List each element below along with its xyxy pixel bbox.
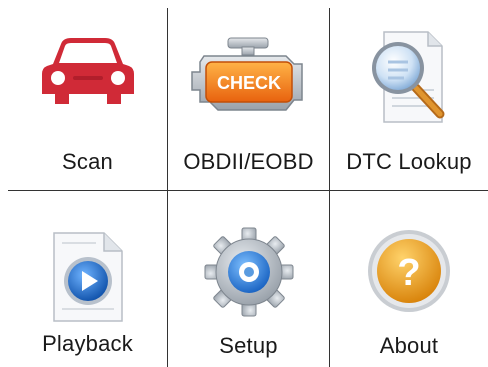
question-icon: ? <box>367 229 451 313</box>
menu-item-dtc-lookup[interactable]: DTC Lookup <box>330 8 488 190</box>
menu-item-scan[interactable]: Scan <box>8 8 167 190</box>
menu-item-playback[interactable]: Playback <box>8 191 167 367</box>
check-engine-icon: CHECK <box>190 36 308 114</box>
menu-item-label-obdii-eobd: OBDII/EOBD <box>183 149 314 174</box>
menu-item-label-dtc-lookup: DTC Lookup <box>346 149 472 174</box>
gear-icon <box>204 227 294 317</box>
menu-item-setup[interactable]: Setup <box>168 191 329 367</box>
play-document-icon <box>42 229 134 325</box>
menu-item-label-scan: Scan <box>62 149 113 174</box>
menu-item-label-setup: Setup <box>219 333 278 358</box>
main-menu-grid: Scan CHECK OBDII/EOBD DTC Lookup Playbac… <box>8 8 488 367</box>
svg-text:CHECK: CHECK <box>216 73 280 93</box>
svg-text:?: ? <box>397 252 420 294</box>
menu-item-obdii-eobd[interactable]: CHECK OBDII/EOBD <box>168 8 329 190</box>
car-icon <box>41 36 135 106</box>
menu-item-label-about: About <box>379 333 439 358</box>
magnifier-document-icon <box>360 26 458 130</box>
menu-item-label-playback: Playback <box>42 331 133 356</box>
menu-item-about[interactable]: ? About <box>330 191 488 367</box>
